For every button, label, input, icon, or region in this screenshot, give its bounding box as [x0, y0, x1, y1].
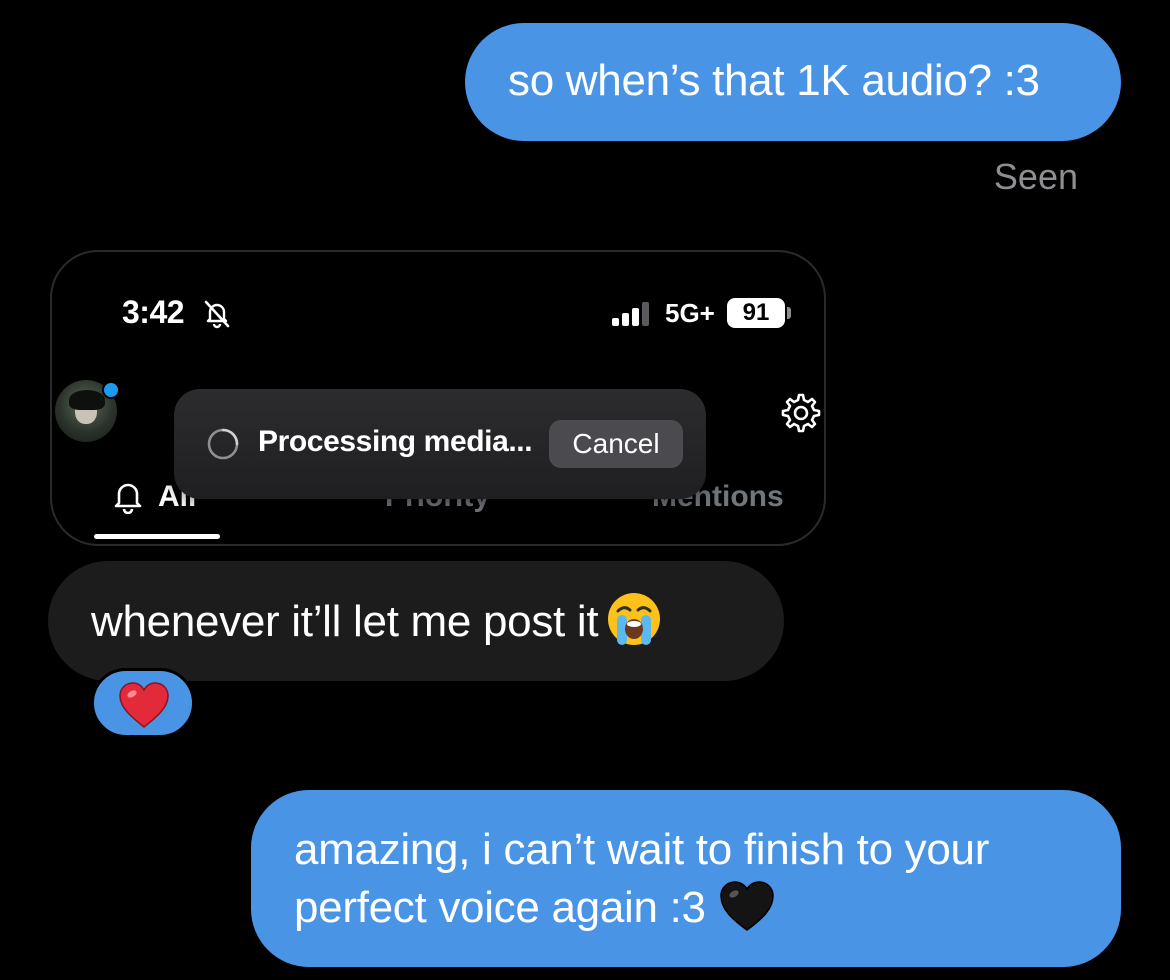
black-heart-icon [719, 881, 774, 932]
message-line: perfect voice again :3 [294, 883, 706, 932]
bell-icon [114, 483, 142, 514]
network-type: 5G+ [665, 298, 715, 328]
signal-bars-icon [612, 302, 649, 326]
selected-tab-indicator [94, 534, 220, 539]
avatar-hair [69, 390, 105, 410]
message-reaction[interactable] [91, 668, 195, 738]
message-text: so when’s that 1K audio? :3 [508, 56, 1040, 105]
toast-message: Processing media... [258, 425, 533, 458]
loudly-crying-face-icon [608, 593, 661, 646]
status-bar-time: 3:42 [122, 294, 185, 330]
seen-receipt: Seen [993, 156, 1078, 197]
bell-slash-icon [204, 300, 230, 329]
shared-screenshot-image[interactable]: 3:42 5G+ 91 All Priority Mentions [50, 250, 826, 546]
online-dot [102, 381, 120, 399]
processing-media-toast: Processing media... Cancel [174, 389, 706, 499]
message-line: amazing, i can’t wait to finish to your [294, 825, 990, 874]
message-text: whenever it’ll let me post it [91, 597, 599, 646]
received-message-bubble[interactable]: whenever it’ll let me post it [48, 561, 784, 681]
sent-message-bubble[interactable]: amazing, i can’t wait to finish to your … [251, 790, 1121, 967]
spinner-icon [207, 428, 239, 460]
cancel-button[interactable]: Cancel [549, 420, 683, 468]
gear-icon[interactable] [780, 392, 822, 434]
battery-nub [787, 307, 791, 319]
battery-level: 91 [727, 298, 785, 328]
red-heart-icon [119, 682, 169, 728]
sent-message-bubble[interactable]: so when’s that 1K audio? :3 [465, 23, 1121, 141]
